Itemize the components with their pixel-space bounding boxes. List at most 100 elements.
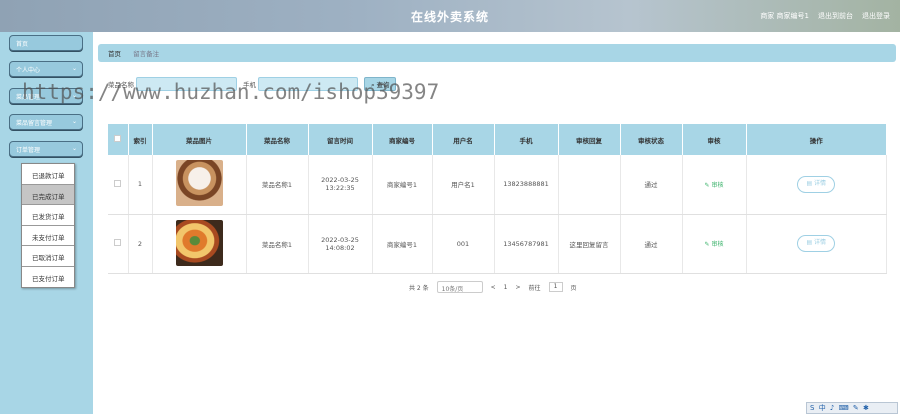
sidebar-item-label: 菜品管理 bbox=[16, 94, 41, 101]
next-page-button[interactable]: > bbox=[516, 284, 521, 291]
dish-name: 菜品名称1 bbox=[246, 155, 309, 215]
sidebar-item-home[interactable]: 首页 bbox=[9, 35, 83, 51]
review-status: 通过 bbox=[620, 155, 683, 215]
detail-button[interactable]: ▤ 详情 bbox=[797, 175, 836, 193]
input-method-icon[interactable]: S bbox=[810, 404, 815, 412]
dish-image bbox=[175, 219, 223, 266]
page-size-select[interactable]: 10条/页 bbox=[436, 281, 483, 293]
dish-image bbox=[175, 160, 223, 207]
breadcrumb-home[interactable]: 首页 bbox=[108, 50, 121, 58]
comment-time: 2022-03-25 14:08:02 bbox=[308, 214, 373, 274]
prev-page-button[interactable]: < bbox=[491, 284, 496, 291]
sidebar-item-orders[interactable]: 订单管理 ⌄ bbox=[9, 141, 83, 157]
approve-link[interactable]: ✎ 审核 bbox=[705, 182, 724, 189]
phone: 13456787981 bbox=[494, 214, 559, 274]
row-index: 2 bbox=[128, 214, 153, 274]
search-button[interactable]: ⌕ 查询 bbox=[364, 77, 397, 91]
sidebar-item-label: 菜品留言管理 bbox=[16, 120, 53, 127]
phone: 13823888881 bbox=[494, 155, 559, 215]
page-number[interactable]: 1 bbox=[504, 284, 508, 291]
dish-image-cell bbox=[152, 214, 247, 274]
col-header: 操作 bbox=[746, 124, 887, 155]
chevron-down-icon: ⌄ bbox=[71, 118, 77, 125]
sidebar-item-dishes[interactable]: 菜品管理 ⌄ bbox=[9, 88, 83, 104]
system-tray: S 中 ♪ ⌨ ✎ ✱ bbox=[806, 402, 898, 414]
select-all-cell bbox=[108, 124, 129, 155]
action-cell: ▤ 详情 bbox=[746, 155, 887, 215]
submenu-item-paid[interactable]: 已支付订单 bbox=[22, 267, 74, 288]
col-header: 审核状态 bbox=[620, 124, 683, 155]
approve-label: 审核 bbox=[711, 181, 724, 189]
goto-unit: 页 bbox=[570, 284, 577, 292]
comments-table: 索引 菜品图片 菜品名称 留言时间 商家编号 用户名 手机 审核回复 审核状态 … bbox=[108, 124, 887, 274]
back-to-front-link[interactable]: 退出到前台 bbox=[818, 11, 853, 21]
row-select-cell bbox=[108, 214, 129, 274]
search-button-label: 查询 bbox=[376, 81, 390, 89]
col-header: 菜品名称 bbox=[246, 124, 309, 155]
col-header: 菜品图片 bbox=[152, 124, 247, 155]
sidebar-item-label: 首页 bbox=[16, 41, 29, 48]
top-header: 在线外卖系统 商家 商家编号1 退出到前台 退出登录 bbox=[0, 0, 900, 32]
merchant-id: 商家编号1 bbox=[372, 214, 433, 274]
goto-label: 前往 bbox=[528, 284, 541, 292]
comment-time: 2022-03-25 13:22:35 bbox=[308, 155, 373, 215]
submenu-item-completed[interactable]: 已完成订单 bbox=[22, 184, 74, 205]
username: 用户名1 bbox=[432, 155, 495, 215]
chevron-down-icon: ⌄ bbox=[71, 65, 77, 72]
submenu-item-unpaid[interactable]: 未支付订单 bbox=[22, 226, 74, 246]
col-header: 用户名 bbox=[432, 124, 495, 155]
dish-name-label: 菜品名称 bbox=[108, 81, 134, 89]
dish-name: 菜品名称1 bbox=[246, 214, 309, 274]
current-user: 商家 商家编号1 bbox=[760, 12, 809, 20]
breadcrumb-current: 留言备注 bbox=[133, 50, 160, 58]
submenu-item-shipped[interactable]: 已发货订单 bbox=[22, 205, 74, 226]
table-row: 2 菜品名称1 2022-03-25 14:08:02 商家编号1 001 13… bbox=[108, 214, 887, 274]
approve-cell: ✎ 审核 bbox=[682, 155, 747, 215]
detail-button[interactable]: ▤ 详情 bbox=[797, 235, 836, 252]
approve-label: 审核 bbox=[711, 241, 724, 248]
detail-icon: ▤ bbox=[806, 179, 815, 187]
approve-cell: ✎ 审核 bbox=[682, 214, 747, 274]
review-reply bbox=[558, 155, 621, 215]
merchant-id: 商家编号1 bbox=[372, 155, 433, 215]
select-all-checkbox[interactable] bbox=[114, 135, 122, 142]
row-checkbox[interactable] bbox=[114, 239, 122, 246]
detail-label: 详情 bbox=[814, 179, 827, 187]
review-reply: 这里回复留言 bbox=[558, 214, 621, 274]
submenu-item-cancelled[interactable]: 已取消订单 bbox=[22, 246, 74, 267]
chevron-down-icon: ⌄ bbox=[71, 145, 77, 152]
row-index: 1 bbox=[128, 155, 153, 215]
col-header: 手机 bbox=[494, 124, 559, 155]
pagination: 共 2 条 10条/页 < 1 > 前往 1 页 bbox=[409, 281, 577, 293]
action-cell: ▤ 详情 bbox=[746, 214, 887, 274]
sidebar-item-profile[interactable]: 个人中心 ⌄ bbox=[9, 61, 83, 77]
phone-input[interactable] bbox=[258, 77, 358, 91]
tray-icons: 中 ♪ ⌨ ✎ ✱ bbox=[818, 404, 870, 412]
phone-label: 手机 bbox=[243, 81, 256, 89]
col-header: 审核回复 bbox=[558, 124, 621, 155]
breadcrumb: 首页 留言备注 bbox=[98, 44, 896, 62]
sidebar-item-comments[interactable]: 菜品留言管理 ⌄ bbox=[9, 114, 83, 130]
username: 001 bbox=[432, 214, 495, 274]
row-checkbox[interactable] bbox=[114, 179, 122, 187]
submenu-item-refunded[interactable]: 已退款订单 bbox=[22, 164, 74, 185]
row-select-cell bbox=[108, 155, 129, 215]
total-count: 共 2 条 bbox=[409, 284, 429, 292]
review-status: 通过 bbox=[620, 214, 683, 274]
orders-submenu: 已退款订单 已完成订单 已发货订单 未支付订单 已取消订单 已支付订单 bbox=[21, 163, 75, 288]
approve-link[interactable]: ✎ 审核 bbox=[705, 241, 724, 248]
detail-label: 详情 bbox=[814, 239, 827, 246]
chevron-down-icon: ⌄ bbox=[71, 92, 77, 99]
col-header: 审核 bbox=[682, 124, 747, 155]
logout-link[interactable]: 退出登录 bbox=[862, 11, 890, 21]
dish-name-input[interactable] bbox=[136, 77, 237, 91]
search-bar: 菜品名称 手机 ⌕ 查询 bbox=[108, 77, 397, 91]
col-header: 索引 bbox=[128, 124, 153, 155]
col-header: 商家编号 bbox=[372, 124, 433, 155]
goto-page-input[interactable]: 1 bbox=[548, 282, 563, 292]
col-header: 留言时间 bbox=[308, 124, 373, 155]
sidebar-item-label: 个人中心 bbox=[16, 67, 41, 74]
table-header-row: 索引 菜品图片 菜品名称 留言时间 商家编号 用户名 手机 审核回复 审核状态 … bbox=[108, 124, 887, 155]
table-row: 1 菜品名称1 2022-03-25 13:22:35 商家编号1 用户名1 1… bbox=[108, 155, 887, 215]
user-info-bar: 商家 商家编号1 退出到前台 退出登录 bbox=[760, 11, 890, 21]
